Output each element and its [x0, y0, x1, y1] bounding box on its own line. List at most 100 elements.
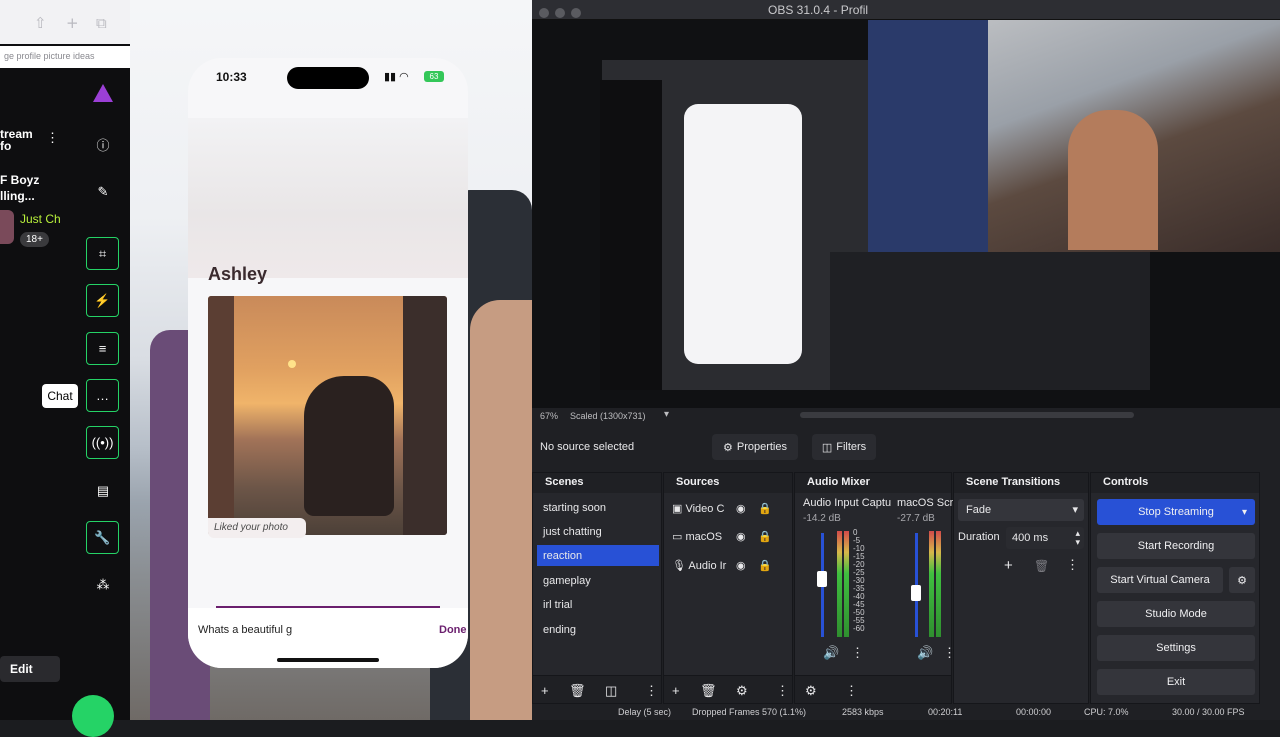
start-virtual-camera-button[interactable]: Start Virtual Camera — [1097, 567, 1223, 593]
mixer-channel-1-db: -14.2 dB — [803, 513, 841, 524]
webcam-jerseys — [868, 20, 988, 252]
notes-button[interactable]: ≡ — [86, 332, 119, 365]
pencil-icon[interactable]: ✎ — [92, 181, 114, 203]
broadcast-button[interactable]: ((•)) — [86, 426, 119, 459]
stepper-icon[interactable]: ▴ ▾ — [1075, 529, 1080, 547]
add-icon[interactable]: + — [672, 683, 680, 698]
extensions-icon[interactable]: ⁂ — [92, 574, 114, 596]
exit-button[interactable]: Exit — [1097, 669, 1255, 695]
studio-mode-button[interactable]: Studio Mode — [1097, 601, 1255, 627]
signal-wifi-icon: ▮▮ ◠ — [384, 71, 409, 83]
virtual-camera-settings-button[interactable]: ⚙ — [1229, 567, 1255, 593]
more-icon[interactable]: ⋮ — [1066, 557, 1079, 573]
source-item[interactable]: ▭ macOS ◉ 🔒 — [672, 530, 790, 550]
done-button[interactable]: Done — [439, 624, 467, 636]
chat-tooltip: Chat — [42, 384, 78, 408]
new-tab-icon[interactable]: + — [66, 14, 79, 32]
scene-item[interactable]: ending — [537, 619, 659, 640]
mixer-title: Audio Mixer — [795, 473, 951, 493]
profile-photo[interactable] — [208, 296, 447, 535]
eye-icon[interactable]: ◉ — [736, 559, 746, 572]
transition-select[interactable]: Fade ▾ — [958, 499, 1084, 521]
more-icon[interactable]: ⋮ — [851, 645, 864, 661]
lock-icon[interactable]: 🔒 — [758, 559, 772, 572]
url-bar[interactable]: ge profile picture ideas — [0, 46, 130, 68]
more-icon[interactable]: ⋮ — [776, 683, 789, 699]
window-controls[interactable] — [539, 5, 599, 18]
home-indicator — [277, 658, 379, 662]
zoom-level[interactable]: 67% — [540, 411, 558, 421]
obs-window: OBS 31.0.4 - Profil 67% Scaled (1300x731… — [532, 0, 1280, 720]
notes-icon: ≡ — [98, 341, 107, 356]
source-item[interactable]: 🎙 Audio Ir ◉ 🔒 — [672, 559, 790, 579]
trash-icon[interactable]: 🗑 — [1034, 559, 1049, 573]
info-icon[interactable]: ⓘ — [92, 133, 114, 155]
display-icon: ▭ — [672, 531, 683, 543]
lightning-icon: ⚡ — [94, 292, 111, 308]
settings-icon[interactable]: ⚙ — [805, 683, 817, 699]
meter-scale: 0 -5 -10 -15 -20 -25 -30 -35 -40 -45 -50… — [853, 529, 865, 633]
status-bitrate: 2583 kbps — [842, 707, 884, 717]
tools-button[interactable]: 🔧 — [86, 521, 119, 554]
scene-item[interactable]: starting soon — [537, 497, 659, 518]
meter-tick: -60 — [853, 624, 865, 633]
broadcast-icon: ((•)) — [91, 435, 114, 450]
gear-icon[interactable]: ⚙ — [736, 683, 748, 699]
settings-button[interactable]: Settings — [1097, 635, 1255, 661]
scene-item[interactable]: just chatting — [537, 521, 659, 542]
screenshot-button[interactable]: ⌗ — [86, 237, 119, 270]
chevron-down-icon[interactable]: ▾ — [1242, 507, 1247, 518]
rating-badge: 18+ — [20, 232, 49, 247]
more-icon[interactable]: ⋮ — [645, 683, 658, 699]
start-recording-button[interactable]: Start Recording — [1097, 533, 1255, 559]
more-options-icon[interactable]: ⋮ — [46, 130, 59, 146]
browser-tabstrip: ⇧ + ⧉ — [0, 0, 130, 44]
source-label: Audio Ir — [688, 560, 727, 572]
scenes-toolbar: + 🗑 ◫ ⋮ — [533, 675, 661, 703]
sources-title: Sources — [664, 473, 792, 493]
speaker-icon[interactable]: 🔊 — [823, 645, 839, 661]
filters-label: Filters — [836, 441, 867, 453]
headset-icon[interactable] — [72, 695, 114, 737]
eye-icon[interactable]: ◉ — [736, 502, 746, 515]
chevron-down-icon[interactable]: ▾ — [664, 409, 669, 420]
lightning-button[interactable]: ⚡ — [86, 284, 119, 317]
eye-icon[interactable]: ◉ — [736, 530, 746, 543]
horizontal-scrollbar[interactable] — [800, 412, 1134, 418]
duration-input[interactable]: 400 ms ▴ ▾ — [1006, 527, 1084, 549]
properties-button[interactable]: ⚙ Properties — [712, 434, 798, 460]
volume-slider-handle[interactable] — [817, 571, 827, 587]
trash-icon[interactable]: 🗑 — [569, 683, 586, 699]
lock-icon[interactable]: 🔒 — [758, 530, 772, 543]
share-icon[interactable]: ⇧ — [34, 14, 47, 32]
filters-button[interactable]: ◫ Filters — [812, 434, 876, 460]
chat-button[interactable]: … — [86, 379, 119, 412]
lock-icon[interactable]: 🔒 — [758, 502, 772, 515]
layout-icon[interactable]: ▤ — [92, 480, 114, 502]
category-link[interactable]: Just Ch — [20, 212, 61, 226]
chevron-down-icon: ▾ — [1072, 504, 1078, 516]
webcam-feed — [868, 20, 1280, 252]
scene-item-selected[interactable]: reaction — [537, 545, 659, 566]
source-item[interactable]: ▣ Video C ◉ 🔒 — [672, 502, 790, 522]
more-icon[interactable]: ⋮ — [845, 683, 858, 699]
add-icon[interactable]: + — [1004, 557, 1013, 574]
edit-button[interactable]: Edit — [0, 656, 60, 682]
message-input[interactable]: Whats a beautiful g — [198, 624, 292, 636]
volume-slider-handle[interactable] — [911, 585, 921, 601]
obs-preview[interactable] — [532, 20, 1280, 408]
trash-icon[interactable]: 🗑 — [700, 683, 717, 699]
sources-dock: Sources ▣ Video C ◉ 🔒 ▭ macOS ◉ 🔒 🎙 Audi… — [663, 472, 793, 704]
add-icon[interactable]: + — [541, 683, 549, 698]
filter-icon[interactable]: ◫ — [605, 683, 617, 699]
avatar — [0, 210, 14, 244]
phone-screen: 10:33 ▮▮ ◠ 63 Ashley Liked your photo Wh… — [188, 58, 468, 668]
stop-streaming-button[interactable]: Stop Streaming ▾ — [1097, 499, 1255, 525]
controls-title: Controls — [1091, 473, 1259, 493]
scene-item[interactable]: gameplay — [537, 570, 659, 591]
tabs-overview-icon[interactable]: ⧉ — [96, 14, 107, 32]
scene-item[interactable]: irl trial — [537, 594, 659, 615]
mixer-channel-2-db: -27.7 dB — [897, 513, 935, 524]
speaker-icon[interactable]: 🔊 — [917, 645, 933, 661]
webcam-streamer — [1068, 110, 1158, 250]
